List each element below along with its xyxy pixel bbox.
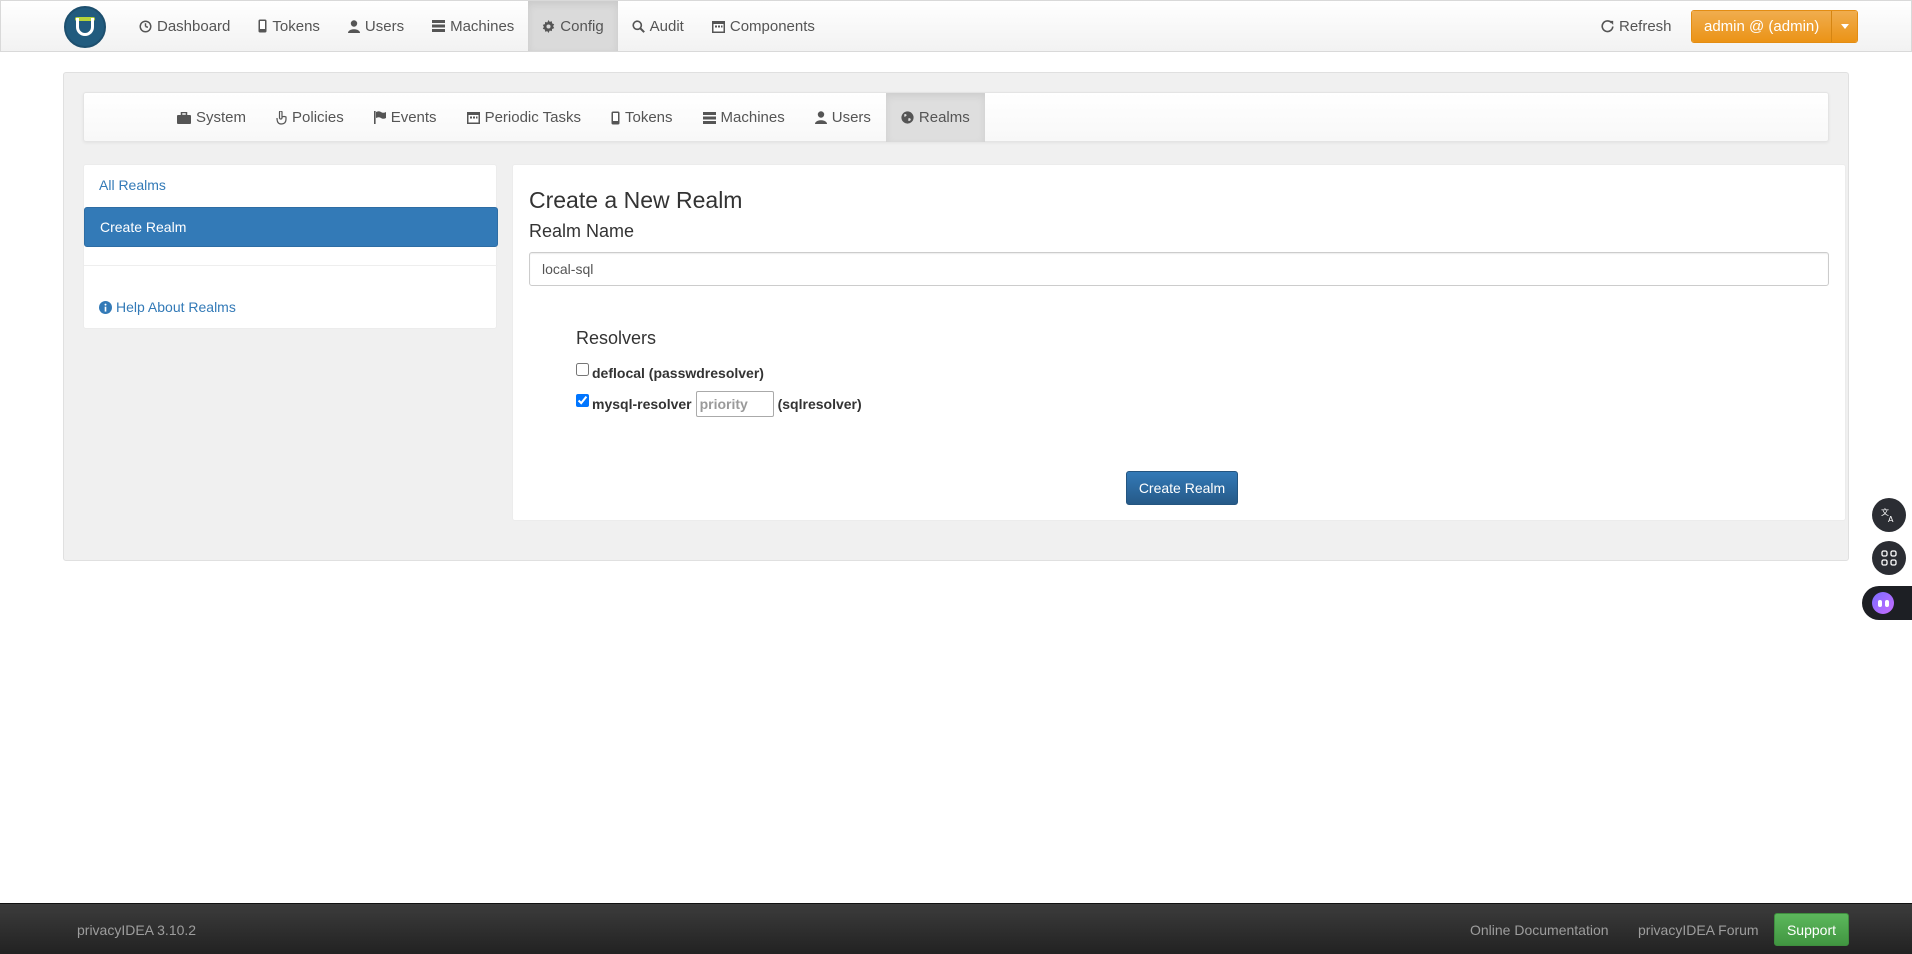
subnav-item-realms[interactable]: Realms (885, 93, 985, 142)
resolver-row-deflocal: deflocal (passwdresolver) (576, 362, 764, 381)
subnav-item-label: Tokens (625, 109, 673, 126)
caret-down-icon (1840, 24, 1849, 29)
top-navbar: Dashboard Tokens Users Machines Config A… (0, 0, 1912, 52)
page-title: Create a New Realm (529, 187, 743, 213)
subnav-item-label: Realms (918, 109, 970, 126)
user-menu-dropdown-toggle[interactable] (1831, 11, 1858, 42)
privacyidea-forum-link[interactable]: privacyIDEA Forum (1638, 904, 1759, 954)
subnav-item-users[interactable]: Users (800, 93, 886, 142)
calendar-icon (466, 112, 480, 124)
realm-name-input[interactable] (529, 252, 1829, 286)
footer-version: privacyIDEA 3.10.2 (77, 921, 197, 938)
sidebar-item-create-realm[interactable]: Create Realm (84, 207, 498, 247)
refresh-button[interactable]: Refresh (1601, 1, 1672, 51)
resolver-checkbox-mysql-resolver[interactable] (576, 393, 589, 407)
online-documentation-link[interactable]: Online Documentation (1470, 904, 1609, 954)
config-well: System Policies Events Periodic Tasks To… (63, 72, 1849, 561)
translate-icon[interactable]: 文A (1872, 498, 1906, 532)
user-menu-label[interactable]: admin @ (admin) (1692, 11, 1832, 42)
realms-sidebar: All Realms Create Realm Help About Realm… (83, 164, 498, 329)
create-realm-button[interactable]: Create Realm (1126, 471, 1238, 505)
privacyidea-logo-icon[interactable] (64, 6, 106, 48)
create-realm-panel: Create a New Realm Realm Name Resolvers … (512, 164, 1846, 521)
subnav-item-label: Users (831, 109, 871, 126)
resolvers-heading: Resolvers (576, 328, 657, 348)
sidebar-divider (84, 265, 498, 266)
nav-item-label: Audit (649, 17, 684, 35)
user-menu-button[interactable]: admin @ (admin) (1691, 10, 1859, 43)
globe-icon (901, 111, 914, 124)
resolver-type: (sqlresolver) (777, 396, 862, 412)
priority-input[interactable] (695, 391, 774, 417)
resolver-row-mysql-resolver: mysql-resolver (sqlresolver) (576, 391, 862, 417)
info-icon (99, 300, 112, 314)
user-icon (347, 19, 360, 33)
svg-text:A: A (1888, 515, 1894, 524)
nav-item-label: Machines (450, 17, 515, 35)
tasks-icon (432, 20, 446, 32)
resolver-name: deflocal (592, 365, 645, 381)
nav-item-audit[interactable]: Audit (618, 1, 698, 51)
subnav-item-label: Periodic Tasks (484, 109, 581, 126)
realm-name-label: Realm Name (529, 221, 635, 241)
nav-item-label: Tokens (272, 17, 320, 35)
refresh-label: Refresh (1619, 17, 1672, 35)
nav-item-label: Dashboard (157, 17, 231, 35)
subnav-item-label: System (196, 109, 247, 126)
refresh-icon (1601, 19, 1614, 32)
main-nav: Dashboard Tokens Users Machines Config A… (125, 1, 829, 51)
nav-item-dashboard[interactable]: Dashboard (125, 1, 244, 51)
subnav-item-label: Machines (720, 109, 785, 126)
help-about-realms-link[interactable]: Help About Realms (99, 299, 236, 315)
tasks-icon (702, 111, 716, 124)
nav-item-users[interactable]: Users (334, 1, 418, 51)
subnav-item-events[interactable]: Events (359, 93, 452, 142)
nav-item-components[interactable]: Components (698, 1, 829, 51)
cog-icon (543, 19, 555, 33)
subnav-item-tokens[interactable]: Tokens (596, 93, 688, 142)
subnav-item-system[interactable]: System (162, 93, 261, 142)
nav-item-label: Config (560, 17, 604, 35)
nav-item-config[interactable]: Config (528, 1, 618, 51)
resolver-type: (passwdresolver) (648, 365, 764, 381)
support-button[interactable]: Support (1774, 913, 1849, 946)
briefcase-icon (177, 111, 191, 124)
help-about-realms-label: Help About Realms (116, 299, 236, 315)
calendar-icon (711, 20, 725, 33)
subnav-item-policies[interactable]: Policies (261, 93, 359, 142)
subnav-item-label: Policies (292, 109, 344, 126)
assistant-bot-icon[interactable] (1862, 586, 1912, 620)
phone-icon (611, 111, 620, 124)
nav-item-label: Users (364, 17, 405, 35)
user-icon (814, 111, 827, 124)
resolver-checkbox-deflocal[interactable] (576, 362, 589, 376)
dashboard-icon (139, 19, 152, 33)
sidebar-item-all-realms[interactable]: All Realms (99, 177, 166, 193)
footer: privacyIDEA 3.10.2 Online Documentation … (0, 903, 1912, 954)
config-subnav: System Policies Events Periodic Tasks To… (83, 92, 1829, 142)
flag-icon (373, 111, 386, 124)
hand-icon (276, 110, 287, 125)
nav-item-tokens[interactable]: Tokens (244, 1, 334, 51)
search-icon (632, 19, 645, 33)
subnav-item-periodic-tasks[interactable]: Periodic Tasks (452, 93, 596, 142)
resolver-name: mysql-resolver (592, 396, 692, 412)
subnav-item-label: Events (390, 109, 437, 126)
phone-icon (258, 19, 267, 33)
subnav-item-machines[interactable]: Machines (688, 93, 800, 142)
nav-item-label: Components (729, 17, 815, 35)
apps-grid-icon[interactable] (1872, 541, 1906, 575)
nav-item-machines[interactable]: Machines (418, 1, 528, 51)
